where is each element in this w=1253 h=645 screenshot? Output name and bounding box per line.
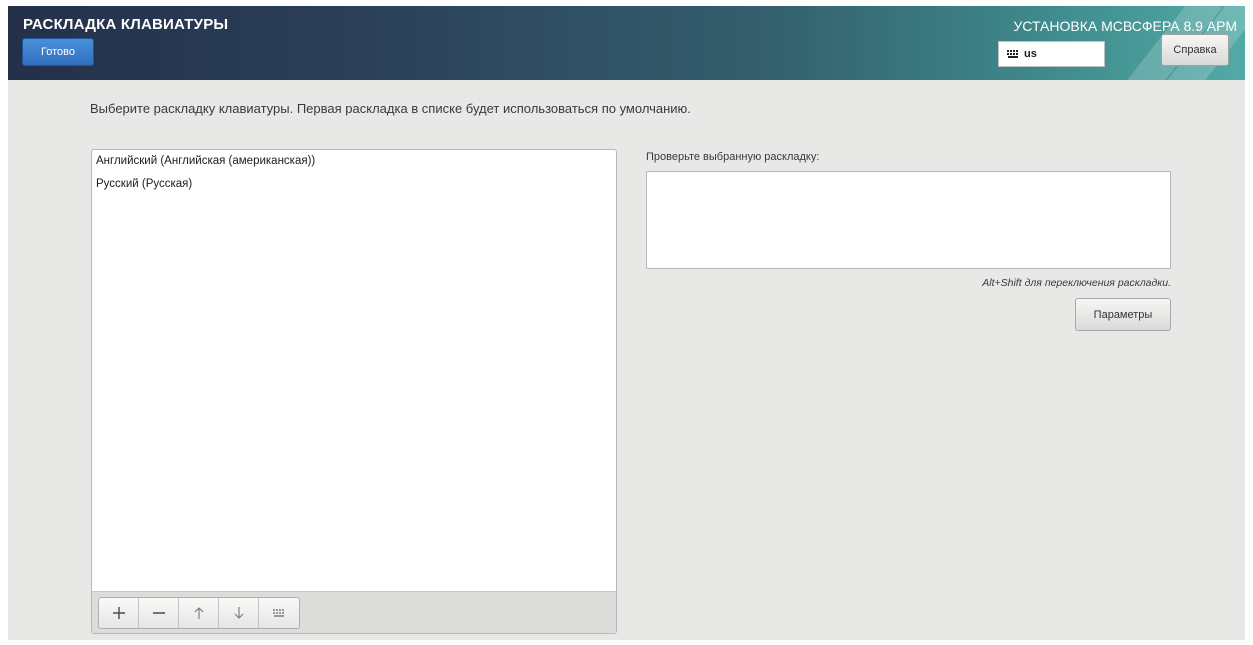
help-button[interactable]: Справка bbox=[1161, 34, 1229, 66]
layout-list-item[interactable]: Русский (Русская) bbox=[92, 173, 616, 196]
move-up-button[interactable] bbox=[179, 598, 219, 628]
keyboard-icon bbox=[1007, 49, 1018, 58]
move-down-button[interactable] bbox=[219, 598, 259, 628]
test-layout-label: Проверьте выбранную раскладку: bbox=[646, 151, 820, 163]
plus-icon bbox=[112, 607, 125, 619]
test-layout-field[interactable] bbox=[646, 171, 1171, 269]
installer-window: РАСКЛАДКА КЛАВИАТУРЫ Готово УСТАНОВКА МС… bbox=[8, 6, 1245, 640]
layout-switch-hint: Alt+Shift для переключения раскладки. bbox=[982, 277, 1171, 289]
add-layout-button[interactable] bbox=[99, 598, 139, 628]
remove-layout-button[interactable] bbox=[139, 598, 179, 628]
instruction-text: Выберите раскладку клавиатуры. Первая ра… bbox=[90, 101, 691, 116]
options-button[interactable]: Параметры bbox=[1075, 298, 1171, 331]
arrow-up-icon bbox=[194, 607, 203, 619]
page-title: РАСКЛАДКА КЛАВИАТУРЫ bbox=[23, 16, 229, 33]
done-button[interactable]: Готово bbox=[22, 38, 94, 66]
minus-icon bbox=[152, 612, 165, 614]
layout-list-toolbar bbox=[92, 591, 616, 633]
layout-list: Английский (Английская (американская)) Р… bbox=[91, 149, 617, 634]
keyboard-icon bbox=[273, 608, 284, 617]
arrow-down-icon bbox=[234, 607, 243, 619]
layout-toolbar-buttons bbox=[98, 597, 300, 629]
layout-list-item[interactable]: Английский (Английская (американская)) bbox=[92, 150, 616, 173]
keyboard-layout-indicator[interactable]: us bbox=[998, 41, 1105, 67]
preview-layout-button[interactable] bbox=[259, 598, 299, 628]
keyboard-indicator-label: us bbox=[1024, 48, 1037, 60]
product-title: УСТАНОВКА МСВСФЕРА 8.9 АРМ bbox=[1013, 18, 1237, 34]
header-bar: РАСКЛАДКА КЛАВИАТУРЫ Готово УСТАНОВКА МС… bbox=[8, 6, 1245, 80]
